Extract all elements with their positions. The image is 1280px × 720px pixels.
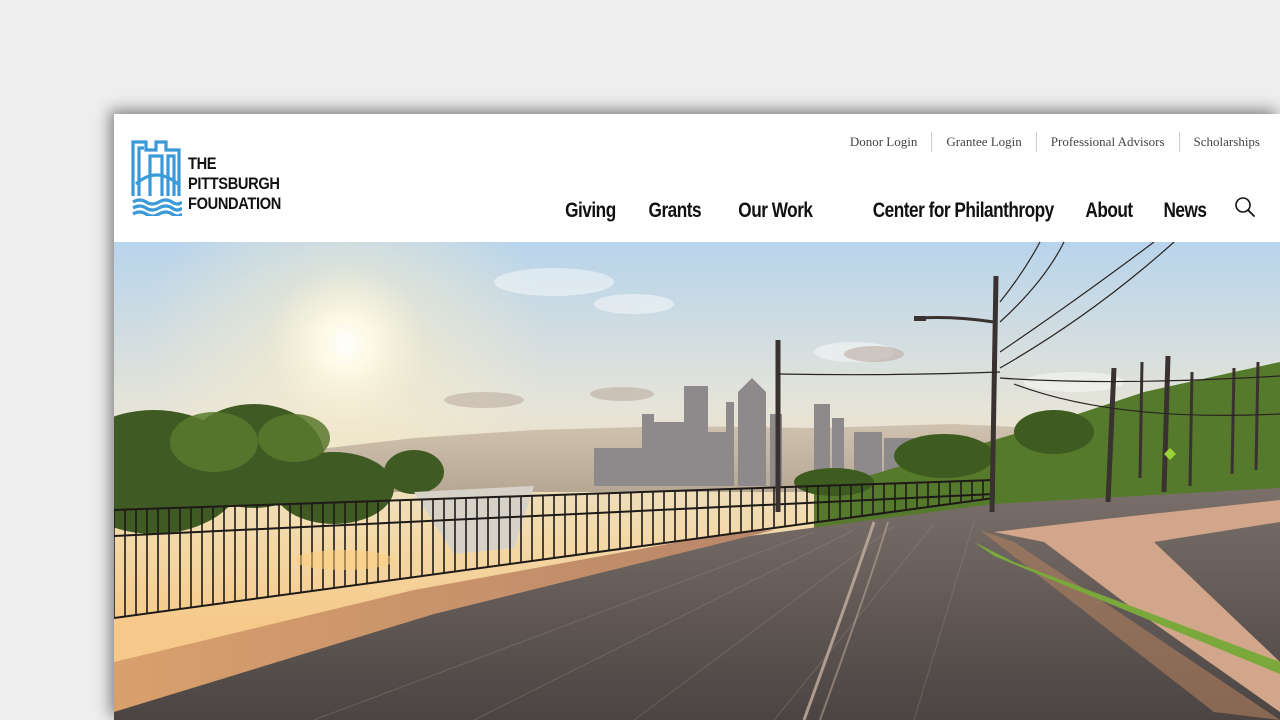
logo-line-pittsburgh: PITTSBURGH	[188, 174, 280, 193]
browser-page: THE PITTSBURGH FOUNDATION Donor Login Gr…	[114, 114, 1280, 720]
nav-item-about[interactable]: About	[1085, 199, 1133, 223]
utility-nav: Donor Login Grantee Login Professional A…	[836, 132, 1260, 152]
hero-image	[114, 242, 1280, 720]
nav-item-giving[interactable]: Giving	[565, 199, 616, 223]
nav-item-grants[interactable]: Grants	[648, 199, 701, 223]
main-nav: Giving Grants Our Work Center for Philan…	[533, 198, 1207, 224]
nav-item-our-work[interactable]: Our Work	[738, 199, 813, 223]
nav-item-news[interactable]: News	[1163, 199, 1207, 223]
site-header: THE PITTSBURGH FOUNDATION Donor Login Gr…	[114, 114, 1280, 242]
search-icon[interactable]	[1234, 196, 1256, 218]
logo-line-foundation: FOUNDATION	[188, 194, 281, 213]
logo-wordmark: THE PITTSBURGH FOUNDATION	[188, 154, 281, 214]
logo-line-the: THE	[188, 154, 217, 173]
site-logo[interactable]: THE PITTSBURGH FOUNDATION	[130, 136, 281, 218]
utility-link-professional-advisors[interactable]: Professional Advisors	[1035, 132, 1179, 152]
logo-mark-icon	[131, 140, 182, 216]
utility-link-donor-login[interactable]: Donor Login	[836, 132, 932, 152]
nav-item-center-for-philanthropy[interactable]: Center for Philanthropy	[873, 199, 1054, 223]
utility-link-scholarships[interactable]: Scholarships	[1178, 132, 1260, 152]
utility-link-grantee-login[interactable]: Grantee Login	[931, 132, 1035, 152]
